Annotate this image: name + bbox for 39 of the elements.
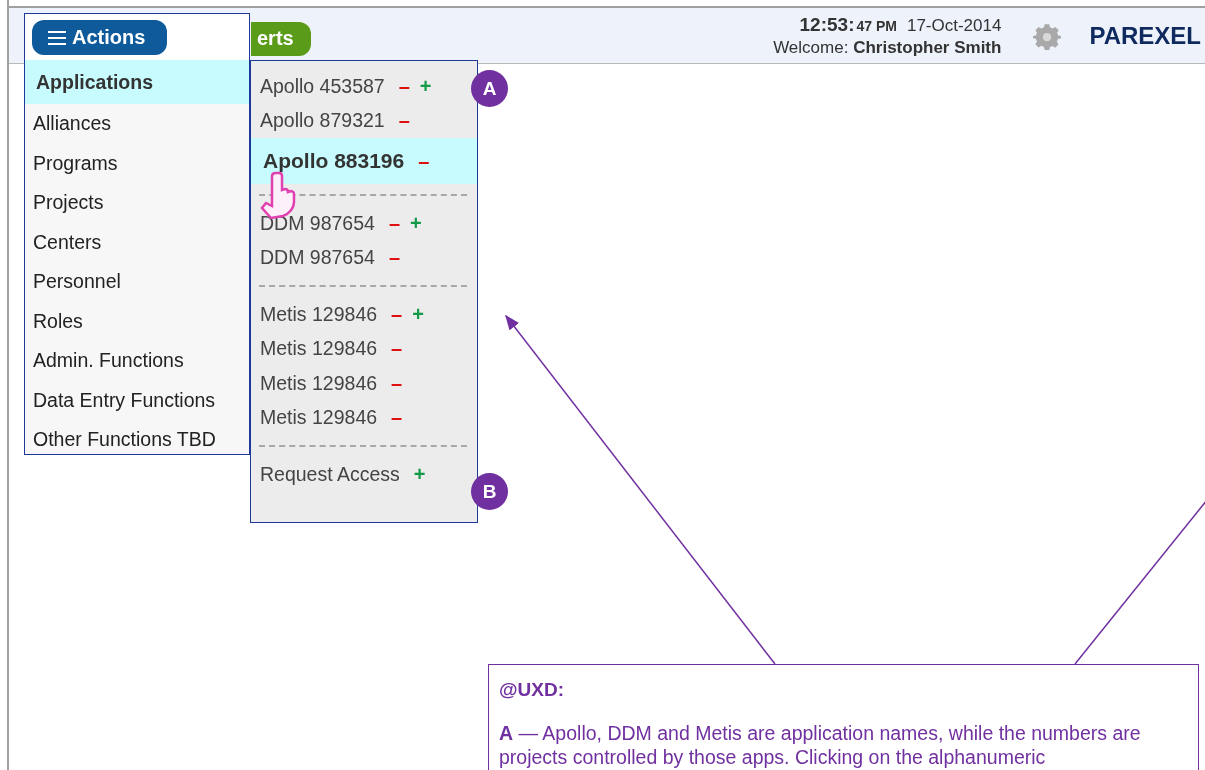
remove-icon[interactable]: – (388, 246, 401, 270)
annotation-badge: A (471, 70, 508, 107)
brand-name: PAREXEL (1089, 21, 1201, 50)
menu-item[interactable]: Other Functions TBD (25, 420, 249, 460)
welcome-text: Welcome: Christopher Smith (773, 37, 1002, 58)
submenu-item[interactable]: Apollo 883196 – (251, 138, 477, 184)
submenu-item[interactable]: DDM 987654 – (251, 240, 409, 275)
actions-button[interactable]: Actions (32, 20, 167, 55)
remove-icon[interactable]: – (391, 371, 403, 395)
remove-icon[interactable]: – (391, 337, 403, 361)
menu-item[interactable]: Programs (25, 143, 249, 183)
remove-icon[interactable]: – (398, 109, 410, 133)
menu-item[interactable]: Projects (25, 183, 249, 223)
submenu-item[interactable]: Metis 129846 – (251, 366, 411, 401)
date-text: 17-Oct-2014 (906, 15, 1002, 36)
clock-time: 12:53:47 PM (799, 13, 897, 36)
menu-item[interactable]: Admin. Functions (25, 341, 249, 381)
submenu-item[interactable]: Apollo 879321 – (251, 103, 418, 138)
settings-icon[interactable] (1031, 21, 1064, 50)
remove-icon[interactable]: – (418, 149, 430, 173)
menu-item[interactable]: Personnel (25, 262, 249, 302)
menu-icon (48, 29, 66, 46)
remove-icon[interactable]: – (391, 302, 403, 326)
submenu-item[interactable]: Metis 129846 – (251, 331, 411, 366)
menu-item[interactable]: Applications (25, 60, 249, 104)
note-title: @UXD: (499, 679, 565, 701)
remove-icon[interactable]: – (391, 406, 403, 430)
note-text: A — Apollo, DDM and Metis are application names, while the numbers are projects controlled by those apps. Clicking on the alphanumeric (499, 721, 1142, 769)
submenu-item[interactable]: Apollo 453587 – + (251, 69, 440, 104)
remove-icon[interactable]: – (398, 74, 410, 98)
menu-item[interactable]: Data Entry Functions (25, 380, 249, 420)
annotation-badge: B (471, 473, 508, 510)
submenu-item[interactable]: Metis 129846 – (251, 400, 411, 435)
menu-item[interactable]: Alliances (25, 104, 249, 144)
remove-icon[interactable]: – (388, 211, 401, 235)
submenu-item[interactable]: Request Access + (251, 457, 434, 492)
submenu-item[interactable]: Metis 129846 – + (251, 297, 432, 332)
menu-item[interactable]: Roles (25, 301, 249, 341)
menu-item[interactable]: Centers (25, 222, 249, 262)
